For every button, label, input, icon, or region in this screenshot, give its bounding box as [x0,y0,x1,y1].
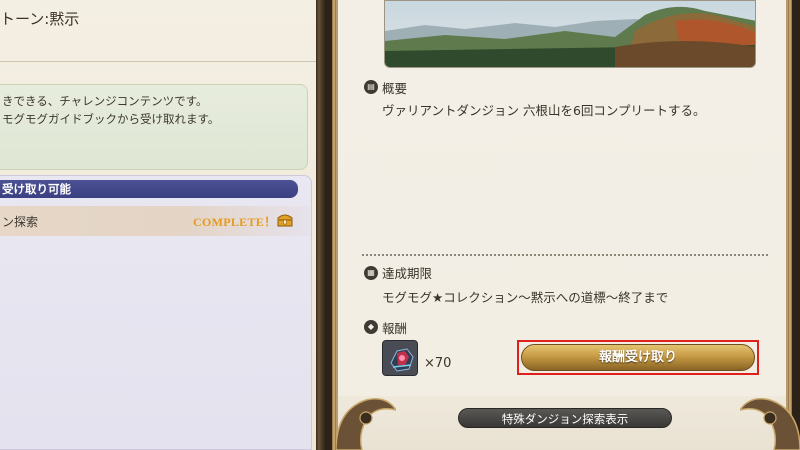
claim-reward-button[interactable]: 報酬受け取り [521,344,755,371]
deadline-text: モグモグ★コレクション〜黙示への道標〜終了まで [382,290,669,305]
tomestone-item-icon[interactable] [382,340,418,376]
title-divider [0,61,316,62]
treasure-chest-icon [277,214,293,227]
overview-title: 概要 [382,81,408,96]
overview-text: ヴァリアントダンジョン 六根山を6回コンプリートする。 [382,103,706,118]
deadline-title: 達成期限 [382,266,433,281]
book-icon: ▤ [364,80,378,94]
description-box: きできる、チャレンジコンテンツです。 モグモグガイドブックから受け取れます。 [0,84,308,170]
panel-divider [316,0,326,450]
complete-status-badge: COMPLETE！ [193,215,277,229]
section-divider [362,254,768,256]
reward-icon: ◆ [364,320,378,334]
frame-ornament-left [336,398,396,450]
description-line-1: きできる、チャレンジコンテンツです。 [2,94,208,108]
dungeon-landscape-image [384,0,756,68]
frame-ornament-right [740,398,800,450]
reward-title: 報酬 [382,321,408,336]
panel-title: トーン:黙示 [0,10,80,28]
list-item-label: ン探索 [2,215,39,229]
list-item[interactable]: ン探索 COMPLETE！ [0,206,310,236]
list-header-claimable: 受け取り可能 [0,180,298,198]
special-dungeon-explore-button[interactable]: 特殊ダンジョン探索表示 [458,408,672,428]
reward-quantity: ×70 [424,356,452,371]
description-line-2: モグモグガイドブックから受け取れます。 [2,112,220,126]
calendar-icon: ▦ [364,266,378,280]
